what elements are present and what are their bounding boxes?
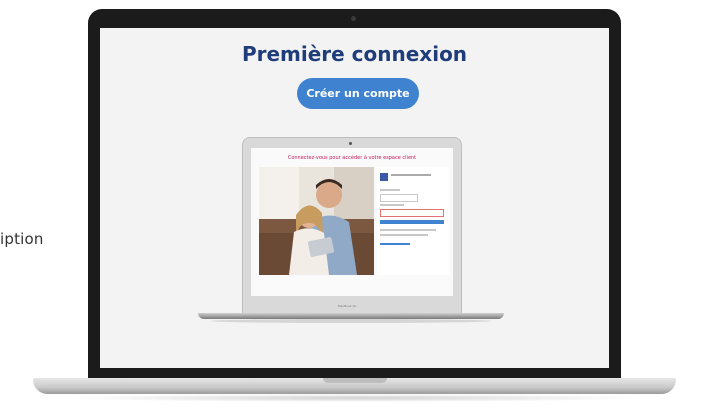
inner-camera-dot (349, 142, 352, 145)
couple-photo-illustration (259, 167, 374, 275)
form-text-line (380, 234, 428, 236)
couple-photo (259, 167, 374, 275)
camera-dot (351, 16, 356, 21)
form-text-line (380, 229, 436, 231)
inner-laptop-shadow (210, 319, 492, 323)
inner-laptop-frame: Connectez-vous pour accéder à votre espa… (242, 137, 462, 316)
bank-logo-icon (380, 173, 388, 181)
login-field (380, 194, 418, 202)
laptop-shadow (60, 394, 650, 402)
inner-laptop-label: MacBook Air (338, 304, 357, 308)
laptop-base-notch (323, 378, 387, 383)
cropped-side-text: iption (0, 230, 44, 248)
create-account-button[interactable]: Créer un compte (297, 78, 419, 109)
laptop-screen: Première connexion Créer un compte Conne… (100, 28, 609, 368)
inner-laptop-screen: Connectez-vous pour accéder à votre espa… (251, 148, 453, 296)
form-label-line (380, 204, 404, 206)
login-form-panel (377, 167, 449, 275)
inner-screen-title: Connectez-vous pour accéder à votre espa… (287, 155, 417, 161)
page-title: Première connexion (241, 42, 468, 66)
logo-text-line (391, 174, 431, 176)
password-field (380, 209, 444, 217)
submit-bar (380, 220, 444, 224)
form-link-line (380, 243, 410, 245)
form-label-line (380, 189, 400, 191)
laptop-base (33, 378, 676, 394)
